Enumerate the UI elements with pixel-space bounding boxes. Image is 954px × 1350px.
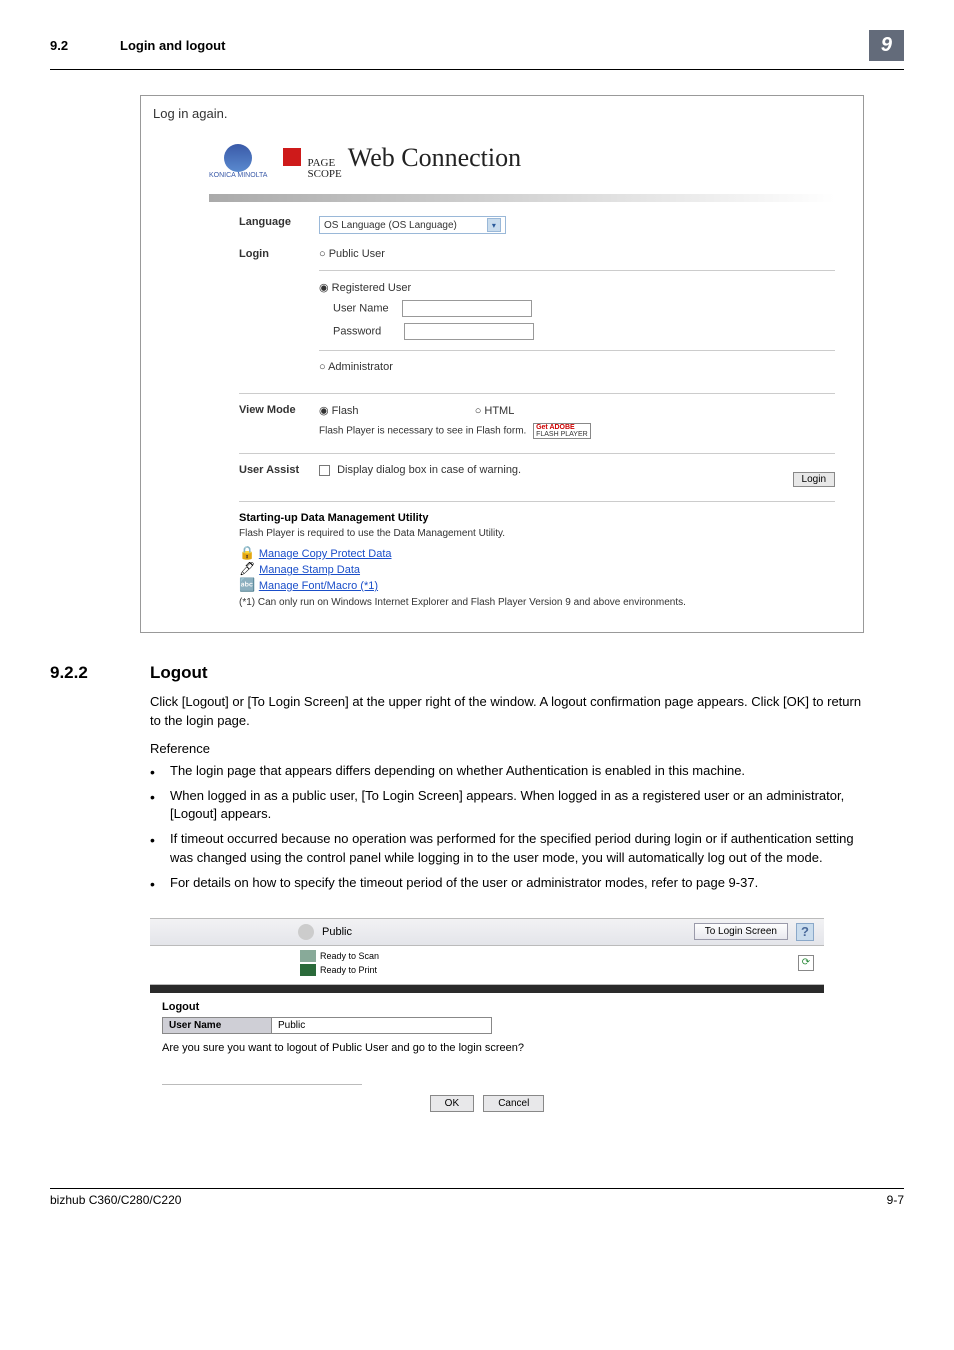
section-number: 9.2.2 [50,663,120,683]
to-login-screen-button[interactable]: To Login Screen [694,923,788,940]
get-flash-badge[interactable]: Get ADOBE FLASH PLAYER [533,423,591,439]
bullet-item: If timeout occurred because no operation… [150,830,864,868]
view-mode-label: View Mode [209,404,319,416]
dark-bar [150,985,824,993]
admin-radio[interactable]: ○ Administrator [319,361,835,373]
current-user-label: Public [322,926,352,938]
chapter-badge: 9 [869,30,904,61]
status-scan: Ready to Scan [320,951,379,961]
panel-caption: Log in again. [153,106,851,121]
user-icon [298,924,314,940]
header-section-title: Login and logout [120,38,869,53]
brand-subtext: KONICA MINOLTA [209,172,267,179]
header-rule [50,69,904,70]
manage-stamp-link[interactable]: Manage Stamp Data [259,564,360,576]
manage-copy-protect-link[interactable]: Manage Copy Protect Data [259,548,392,560]
confirm-text: Are you sure you want to logout of Publi… [162,1042,812,1054]
footer-left: bizhub C360/C280/C220 [50,1193,181,1207]
login-screenshot: KONICA MINOLTA PAGE SCOPE Web Connection… [193,131,851,620]
manage-font-macro-link[interactable]: Manage Font/Macro (*1) [259,580,378,592]
password-label: Password [333,325,381,337]
globe-icon [224,144,252,172]
login-label: Login [209,248,319,260]
login-panel: Log in again. KONICA MINOLTA PAGE SCOPE … [140,95,864,633]
login-button[interactable]: Login [793,472,835,487]
status-print: Ready to Print [320,965,377,975]
language-select[interactable]: OS Language (OS Language) ▾ [319,216,506,234]
help-icon[interactable]: ? [796,923,814,941]
html-radio[interactable]: ○ HTML [475,405,515,417]
dm-note1: Flash Player is required to use the Data… [239,528,835,539]
language-label: Language [209,216,319,228]
language-value: OS Language (OS Language) [324,220,457,231]
flash-radio[interactable]: ◉ Flash [319,405,359,417]
public-user-radio[interactable]: ○ Public User [319,248,835,260]
warning-checkbox[interactable] [319,465,330,476]
footer-right: 9-7 [887,1193,904,1207]
username-input[interactable] [402,300,532,317]
username-label: User Name [333,302,389,314]
pagescope-icon [283,148,301,166]
flash-note: Flash Player is necessary to see in Flas… [319,426,526,437]
dm-note2: (*1) Can only run on Windows Internet Ex… [239,597,835,608]
scanner-icon [300,950,316,962]
printer-icon [300,964,316,976]
konica-logo: KONICA MINOLTA [209,144,267,179]
header-section-num: 9.2 [50,38,120,53]
bullet-item: For details on how to specify the timeou… [150,874,864,893]
brand-title: PAGE SCOPE Web Connection [283,143,521,180]
section-para1: Click [Logout] or [To Login Screen] at t… [150,693,874,731]
section-title: Logout [150,663,208,683]
gradient-divider [209,194,835,202]
bullet-item: When logged in as a public user, [To Log… [150,787,864,825]
bullet-item: The login page that appears differs depe… [150,762,864,781]
username-header: User Name [162,1017,272,1034]
refresh-icon[interactable]: ⟳ [798,955,814,971]
dm-title: Starting-up Data Management Utility [239,512,835,524]
registered-user-radio[interactable]: ◉ Registered User [319,281,835,294]
logout-title: Logout [162,1001,812,1013]
reference-label: Reference [150,741,904,756]
username-value: Public [272,1017,492,1034]
user-assist-label: User Assist [209,464,319,476]
warning-checkbox-label: Display dialog box in case of warning. [337,464,521,476]
reference-list: The login page that appears differs depe… [150,762,864,893]
web-connection-text: Web Connection [348,143,521,173]
cancel-button[interactable]: Cancel [483,1095,544,1112]
password-input[interactable] [404,323,534,340]
logout-screenshot: Public To Login Screen ? Ready to Scan R… [150,918,824,1128]
ok-button[interactable]: OK [430,1095,474,1112]
chevron-down-icon[interactable]: ▾ [487,218,501,232]
pagescope-text: PAGE SCOPE [307,158,341,180]
